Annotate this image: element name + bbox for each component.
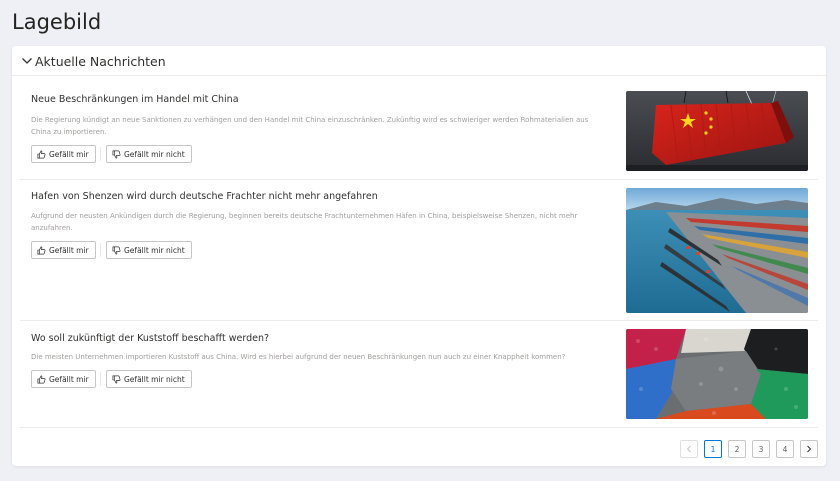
news-card: Aktuelle Nachrichten Neue Beschränkungen… [12,46,826,466]
news-item: Neue Beschränkungen im Handel mit China … [20,77,818,180]
dislike-label: Gefällt mir nicht [124,149,185,159]
news-item: Hafen von Shenzen wird durch deutsche Fr… [20,180,818,321]
news-title[interactable]: Neue Beschränkungen im Handel mit China [31,94,239,105]
plastic-granulate-image [626,329,808,419]
news-description: Die meisten Unternehmen importieren Kust… [31,353,566,361]
button-separator [100,147,101,161]
thumbs-up-icon [37,246,46,254]
chevron-right-icon [807,445,812,453]
pagination-next-button[interactable] [800,440,818,458]
thumbs-up-icon [37,150,46,158]
chevron-down-icon[interactable] [21,55,33,67]
like-button[interactable]: Gefällt mir [31,241,96,259]
news-image[interactable] [626,329,808,419]
dislike-button[interactable]: Gefällt mir nicht [106,370,192,388]
thumbs-down-icon [112,246,121,254]
like-label: Gefällt mir [49,149,89,159]
thumbs-up-icon [37,375,46,383]
news-description: Aufgrund der neusten Ankündigen durch di… [31,212,578,232]
section-title: Aktuelle Nachrichten [35,54,166,69]
thumbs-down-icon [112,375,121,383]
news-image[interactable] [626,91,808,171]
dislike-button[interactable]: Gefällt mir nicht [106,241,192,259]
pagination-page-3[interactable]: 3 [752,440,770,458]
pagination-prev-button[interactable] [680,440,698,458]
news-description: Die Regierung kündigt an neue Sanktionen… [31,116,589,136]
pagination-page-2[interactable]: 2 [728,440,746,458]
news-title[interactable]: Hafen von Shenzen wird durch deutsche Fr… [31,191,378,202]
pagination-page-4[interactable]: 4 [776,440,794,458]
like-button[interactable]: Gefällt mir [31,145,96,163]
news-title[interactable]: Wo soll zukünftigt der Kuststoff beschaf… [31,333,269,344]
button-separator [100,372,101,386]
news-image[interactable] [626,188,808,313]
page-title: Lagebild [12,10,102,34]
thumbs-down-icon [112,150,121,158]
like-button[interactable]: Gefällt mir [31,370,96,388]
pagination-page-1[interactable]: 1 [704,440,722,458]
section-header[interactable]: Aktuelle Nachrichten [12,46,826,76]
dislike-button[interactable]: Gefällt mir nicht [106,145,192,163]
news-item: Wo soll zukünftigt der Kuststoff beschaf… [20,321,818,428]
dislike-label: Gefällt mir nicht [124,374,185,384]
button-separator [100,243,101,257]
dislike-label: Gefällt mir nicht [124,245,185,255]
china-container-image [626,91,808,171]
like-label: Gefällt mir [49,374,89,384]
like-label: Gefällt mir [49,245,89,255]
container-port-image [626,188,808,313]
chevron-left-icon [686,445,691,453]
